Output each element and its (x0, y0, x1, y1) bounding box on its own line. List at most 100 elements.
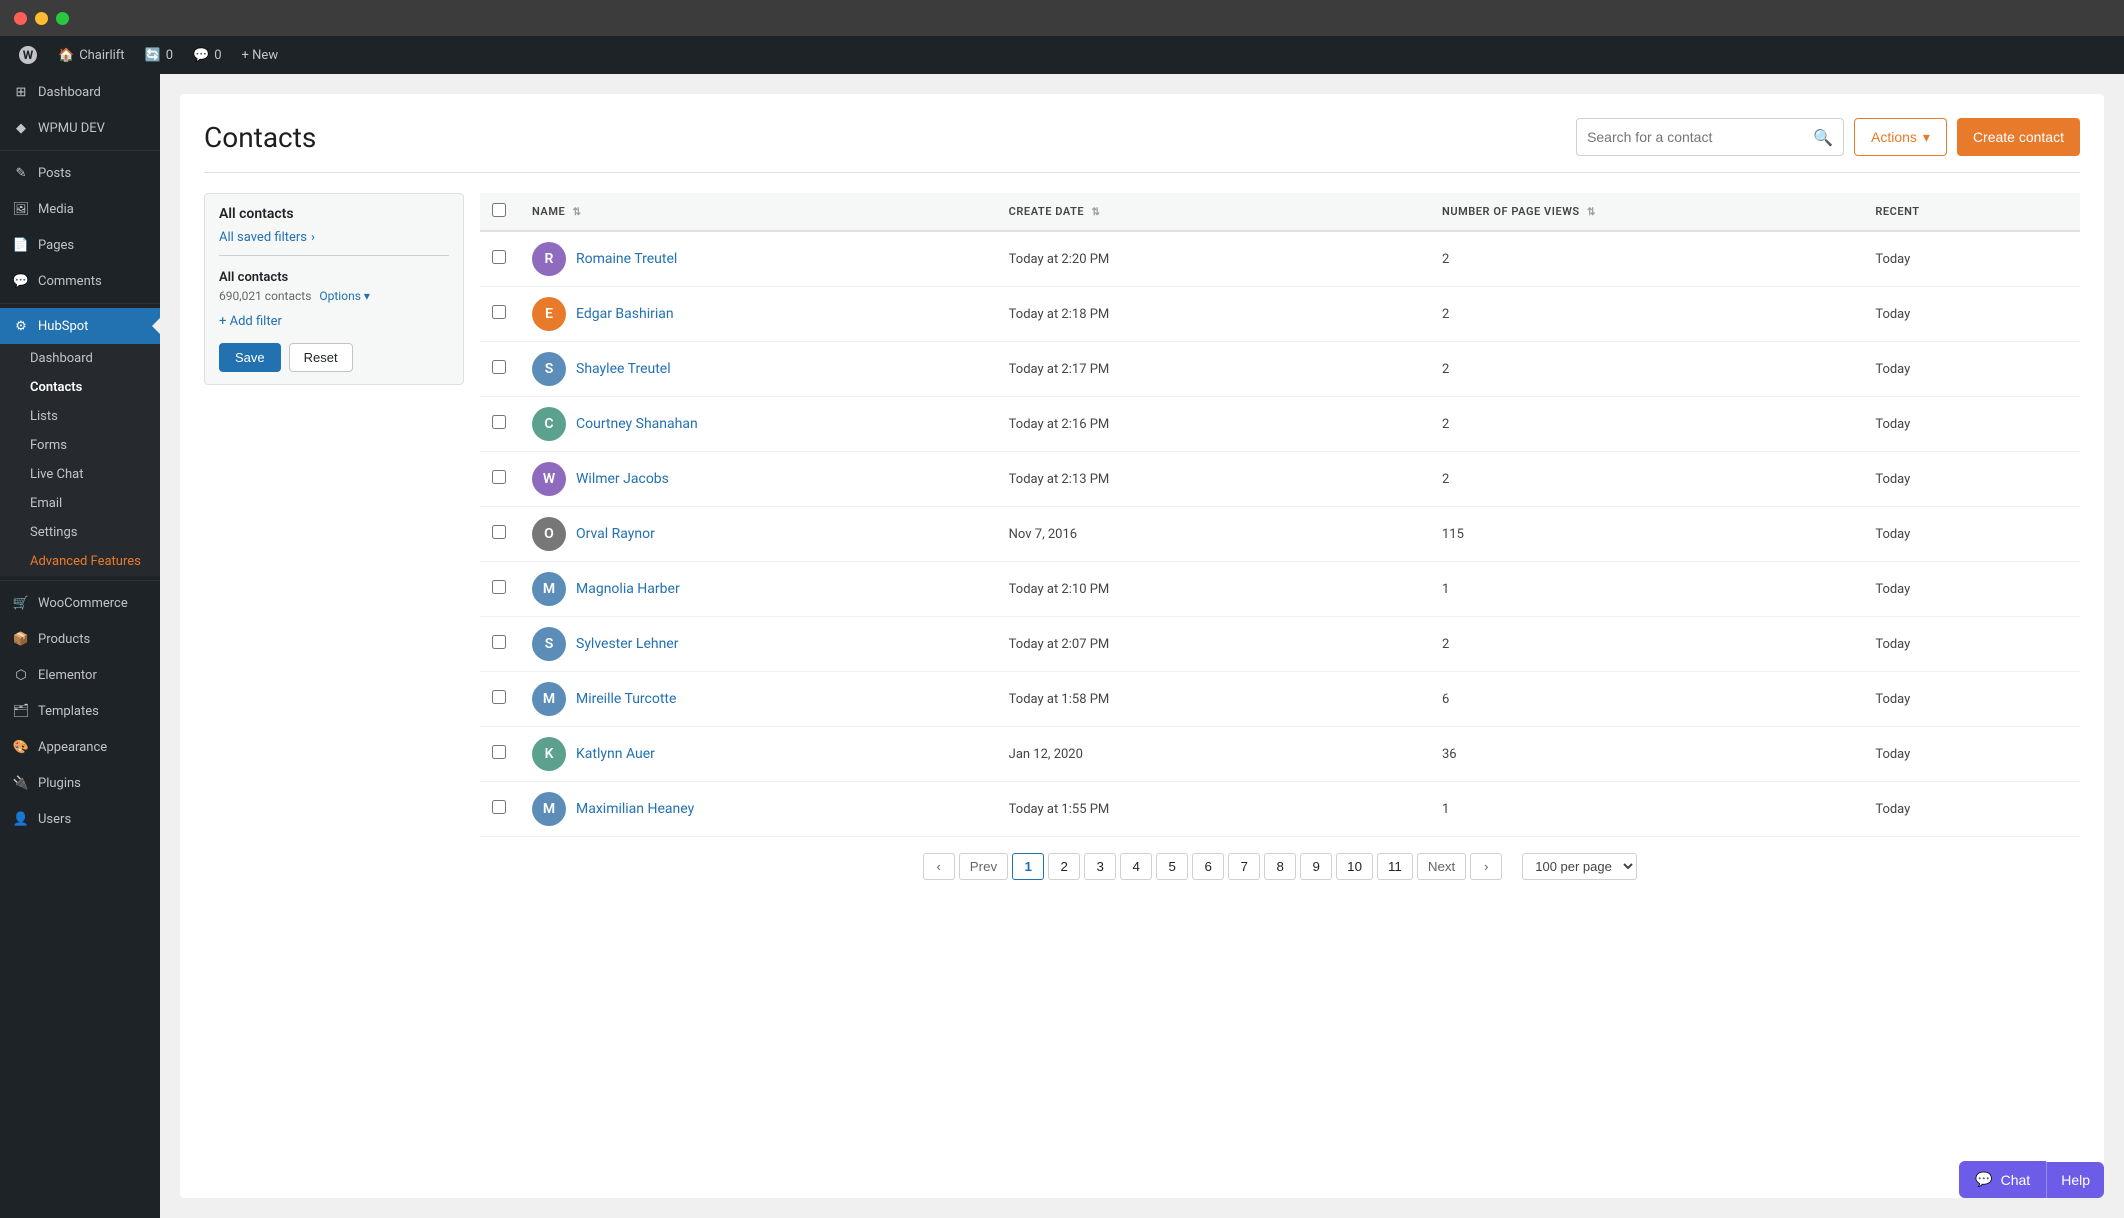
page-4-button[interactable]: 4 (1120, 853, 1152, 880)
traffic-light-red[interactable] (14, 12, 27, 25)
reset-filter-button[interactable]: Reset (289, 343, 353, 372)
sidebar-item-elementor[interactable]: ⬡ Elementor (0, 657, 160, 693)
next-label-button[interactable]: Next (1417, 853, 1466, 880)
sidebar-item-woocommerce[interactable]: 🛒 WooCommerce (0, 585, 160, 621)
chat-icon: 💬 (1975, 1171, 1992, 1188)
page-9-button[interactable]: 9 (1300, 853, 1332, 880)
row-checkbox[interactable] (492, 745, 506, 759)
save-filter-button[interactable]: Save (219, 343, 281, 372)
pageviews-sort-icon[interactable]: ⇅ (1587, 207, 1596, 218)
submenu-hs-contacts[interactable]: Contacts (0, 373, 160, 402)
sidebar-item-comments[interactable]: 💬 Comments (0, 263, 160, 299)
submenu-hs-advanced[interactable]: Advanced Features (0, 547, 160, 576)
sidebar-item-products[interactable]: 📦 Products (0, 621, 160, 657)
contact-name[interactable]: Romaine Treutel (576, 251, 677, 267)
row-checkbox[interactable] (492, 415, 506, 429)
pagination: ‹ Prev 1 2 3 4 5 6 7 8 9 10 11 Next (480, 837, 2080, 888)
page-10-button[interactable]: 10 (1336, 853, 1373, 880)
row-checkbox[interactable] (492, 690, 506, 704)
submenu-hs-settings[interactable]: Settings (0, 518, 160, 547)
submenu-hs-livechat[interactable]: Live Chat (0, 460, 160, 489)
submenu-hs-dashboard[interactable]: Dashboard (0, 344, 160, 373)
create-date-cell: Today at 2:20 PM (997, 231, 1430, 287)
sidebar-item-appearance[interactable]: 🎨 Appearance (0, 729, 160, 765)
col-header-recent: RECENT (1863, 193, 2080, 231)
search-input[interactable] (1587, 129, 1807, 145)
name-sort-icon[interactable]: ⇅ (573, 207, 582, 218)
submenu-hs-email[interactable]: Email (0, 489, 160, 518)
wp-admin-bar: W 🏠 Chairlift 🔄 0 💬 0 + New (0, 36, 2124, 74)
contact-name[interactable]: Shaylee Treutel (576, 361, 671, 377)
row-checkbox[interactable] (492, 800, 506, 814)
sidebar-item-templates[interactable]: 🗂 Templates (0, 693, 160, 729)
contact-cell: K Katlynn Auer (532, 737, 985, 771)
page-views-cell: 2 (1430, 617, 1863, 672)
admin-bar-new[interactable]: + New (232, 36, 289, 74)
page-11-button[interactable]: 11 (1377, 853, 1413, 880)
table-row: O Orval Raynor Nov 7, 2016 115 Today (480, 507, 2080, 562)
filter-section: All contacts All saved filters › All con… (204, 193, 464, 385)
admin-bar-updates[interactable]: 🔄 0 (135, 36, 184, 74)
contacts-table: NAME ⇅ CREATE DATE ⇅ NUMBER OF PAGE VIEW… (480, 193, 2080, 837)
contact-cell: W Wilmer Jacobs (532, 462, 985, 496)
avatar: M (532, 682, 566, 716)
row-checkbox[interactable] (492, 525, 506, 539)
row-checkbox[interactable] (492, 360, 506, 374)
all-contacts-label[interactable]: All contacts (219, 206, 449, 222)
chat-button[interactable]: 💬 Chat (1959, 1161, 2046, 1198)
admin-bar-comments[interactable]: 💬 0 (183, 36, 232, 74)
saved-filters-link[interactable]: All saved filters › (219, 230, 449, 245)
traffic-light-yellow[interactable] (35, 12, 48, 25)
admin-bar-site[interactable]: 🏠 Chairlift (48, 36, 135, 74)
create-contact-button[interactable]: Create contact (1957, 118, 2080, 156)
contact-name[interactable]: Katlynn Auer (576, 746, 655, 762)
header-actions: 🔍 Actions ▾ Create contact (1576, 118, 2080, 156)
sidebar-item-hubspot[interactable]: ⚙ HubSpot (0, 308, 160, 344)
add-filter-button[interactable]: + Add filter (219, 314, 449, 329)
sidebar-item-plugins[interactable]: 🔌 Plugins (0, 765, 160, 801)
row-checkbox[interactable] (492, 250, 506, 264)
sidebar-item-wpmu[interactable]: ◆ WPMU DEV (0, 110, 160, 146)
sidebar-item-posts[interactable]: ✎ Posts (0, 155, 160, 191)
date-sort-icon[interactable]: ⇅ (1091, 207, 1100, 218)
contact-name[interactable]: Wilmer Jacobs (576, 471, 669, 487)
sidebar-item-media[interactable]: 🖼 Media (0, 191, 160, 227)
contact-count: 690,021 contacts (219, 289, 311, 303)
sidebar-item-users[interactable]: 👤 Users (0, 801, 160, 837)
contact-name[interactable]: Edgar Bashirian (576, 306, 674, 322)
page-1-button[interactable]: 1 (1012, 853, 1044, 880)
page-7-button[interactable]: 7 (1228, 853, 1260, 880)
sidebar-item-dashboard[interactable]: ⊞ Dashboard (0, 74, 160, 110)
page-8-button[interactable]: 8 (1264, 853, 1296, 880)
prev-label-button[interactable]: Prev (959, 853, 1008, 880)
next-button[interactable]: › (1470, 853, 1502, 880)
page-6-button[interactable]: 6 (1192, 853, 1224, 880)
row-checkbox[interactable] (492, 635, 506, 649)
sidebar-item-pages[interactable]: 📄 Pages (0, 227, 160, 263)
templates-icon: 🗂 (12, 702, 30, 720)
page-3-button[interactable]: 3 (1084, 853, 1116, 880)
contact-name[interactable]: Magnolia Harber (576, 581, 680, 597)
submenu-hs-lists[interactable]: Lists (0, 402, 160, 431)
page-2-button[interactable]: 2 (1048, 853, 1080, 880)
prev-button[interactable]: ‹ (923, 853, 955, 880)
help-button[interactable]: Help (2046, 1162, 2104, 1198)
per-page-select[interactable]: 100 per page 25 per page 50 per page (1522, 853, 1637, 880)
actions-button[interactable]: Actions ▾ (1854, 118, 1947, 156)
row-checkbox[interactable] (492, 305, 506, 319)
options-link[interactable]: Options ▾ (319, 289, 370, 303)
contact-name[interactable]: Sylvester Lehner (576, 636, 678, 652)
contact-name[interactable]: Mireille Turcotte (576, 691, 676, 707)
row-checkbox[interactable] (492, 580, 506, 594)
contact-name[interactable]: Orval Raynor (576, 526, 655, 542)
sidebar-divider-2 (0, 303, 160, 304)
wp-logo-btn[interactable]: W (8, 36, 48, 74)
select-all-checkbox[interactable] (492, 203, 506, 217)
page-5-button[interactable]: 5 (1156, 853, 1188, 880)
table-row: R Romaine Treutel Today at 2:20 PM 2 Tod… (480, 231, 2080, 287)
contact-name[interactable]: Courtney Shanahan (576, 416, 698, 432)
contact-name[interactable]: Maximilian Heaney (576, 801, 694, 817)
row-checkbox[interactable] (492, 470, 506, 484)
submenu-hs-forms[interactable]: Forms (0, 431, 160, 460)
traffic-light-green[interactable] (56, 12, 69, 25)
